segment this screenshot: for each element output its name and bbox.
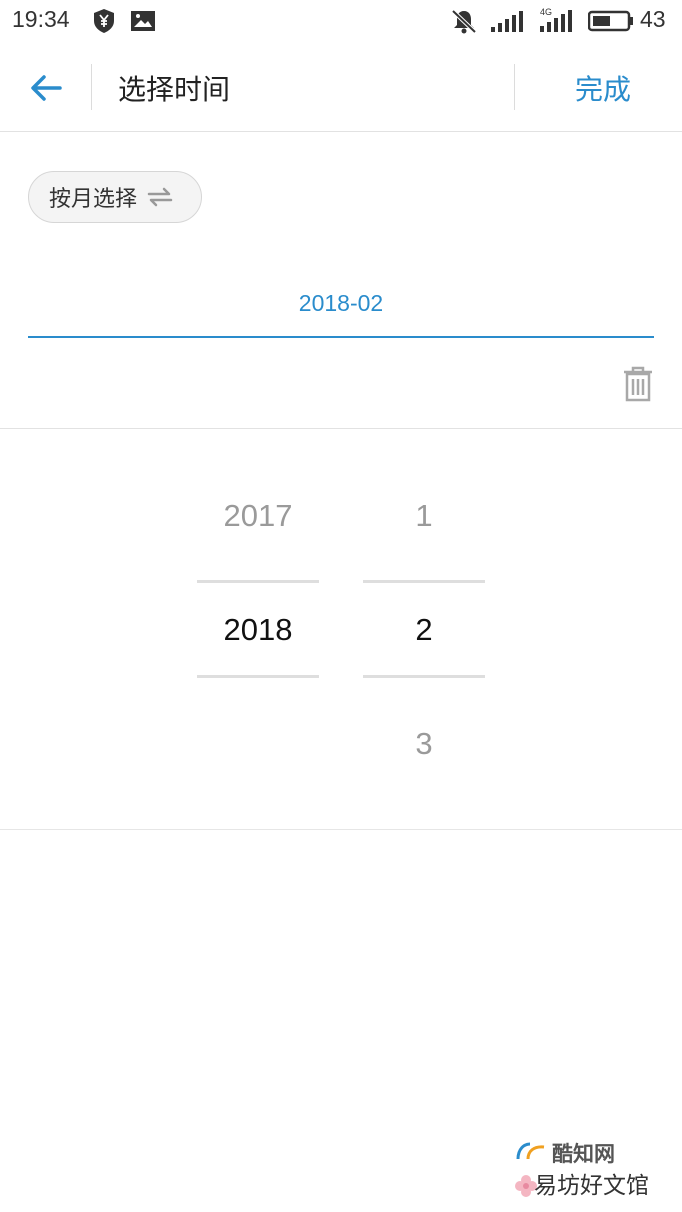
month-selected[interactable]: 2 [363, 612, 485, 648]
picker-selection-line-top [197, 580, 319, 583]
header-divider-left [91, 64, 92, 110]
select-by-month-toggle[interactable]: 按月选择 [28, 171, 202, 223]
shield-yen-icon [94, 9, 114, 33]
picker-selection-line-bottom [197, 675, 319, 678]
picker-selection-line-bottom [363, 675, 485, 678]
signal-icon [491, 11, 523, 32]
month-picker[interactable]: 1 2 3 [363, 490, 485, 780]
swap-arrows-icon [147, 187, 173, 207]
status-time: 19:34 [12, 6, 70, 32]
signal-4g-icon: 4G [540, 7, 572, 32]
picker-selection-line-top [363, 580, 485, 583]
month-option[interactable]: 3 [363, 726, 485, 762]
arrow-left-icon [31, 75, 62, 101]
trash-icon [624, 366, 652, 402]
watermark-line1: 酷知网 [552, 1142, 615, 1166]
watermark-line2: 易坊好文馆 [534, 1173, 649, 1199]
watermark: 酷知网 易坊好文馆 [514, 1138, 682, 1212]
mode-label: 按月选择 [49, 187, 138, 212]
delete-button[interactable] [618, 364, 658, 404]
header-bar: 选择时间 完成 [0, 44, 682, 132]
section-divider [0, 428, 682, 429]
done-button[interactable]: 完成 [548, 64, 658, 112]
back-button[interactable] [20, 64, 72, 112]
date-value: 2018-02 [298, 289, 384, 316]
year-option[interactable]: 2017 [197, 498, 319, 534]
svg-text:4G: 4G [540, 7, 552, 17]
date-field[interactable]: 2018-02 [28, 270, 654, 338]
year-selected[interactable]: 2018 [197, 612, 319, 648]
muted-bell-icon [451, 9, 477, 34]
battery-icon [588, 10, 633, 32]
battery-level: 43 [640, 6, 666, 32]
page-title: 选择时间 [118, 73, 231, 106]
month-option[interactable]: 1 [363, 498, 485, 534]
header-divider-right [514, 64, 515, 110]
status-bar: 19:34 4G 43 [0, 0, 682, 44]
watermark-logo-icon [516, 1142, 545, 1160]
year-picker[interactable]: 2017 2018 [197, 490, 319, 780]
image-icon [131, 11, 155, 31]
picker-bottom-divider [0, 829, 682, 830]
